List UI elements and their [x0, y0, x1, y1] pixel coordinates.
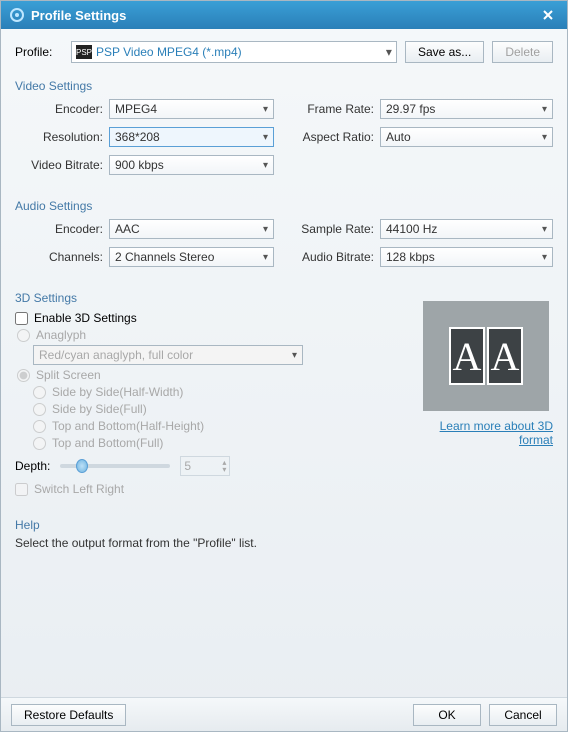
video-bitrate-select[interactable]: 900 kbps▾ [109, 155, 274, 175]
depth-slider[interactable] [60, 464, 170, 468]
channels-label: Channels: [15, 250, 103, 264]
3d-settings-title: 3D Settings [15, 291, 411, 305]
help-title: Help [15, 518, 553, 532]
aspect-ratio-label: Aspect Ratio: [294, 130, 374, 144]
cancel-button[interactable]: Cancel [489, 704, 557, 726]
anaglyph-type-select: Red/cyan anaglyph, full color▾ [33, 345, 303, 365]
profile-value: PSP Video MPEG4 (*.mp4) [96, 45, 382, 59]
switch-lr-checkbox: Switch Left Right [15, 482, 411, 496]
chevron-down-icon: ▾ [542, 252, 547, 263]
chevron-down-icon: ▾ [386, 45, 392, 59]
app-icon [9, 7, 25, 23]
ok-button[interactable]: OK [413, 704, 481, 726]
sample-rate-label: Sample Rate: [294, 222, 374, 236]
3d-preview: AA [423, 301, 549, 411]
video-settings-title: Video Settings [15, 79, 553, 93]
chevron-down-icon: ▾ [542, 224, 547, 235]
video-bitrate-label: Video Bitrate: [15, 158, 103, 172]
close-button[interactable] [537, 6, 559, 24]
depth-spinner: 5▴▾ [180, 456, 230, 476]
tab-half-radio: Top and Bottom(Half-Height) [33, 419, 411, 433]
slider-thumb[interactable] [76, 459, 88, 473]
resolution-select[interactable]: 368*208▾ [109, 127, 274, 147]
chevron-down-icon: ▾ [263, 132, 268, 143]
chevron-down-icon: ▾ [263, 252, 268, 263]
audio-settings-title: Audio Settings [15, 199, 553, 213]
channels-select[interactable]: 2 Channels Stereo▾ [109, 247, 274, 267]
spinner-arrows-icon: ▴▾ [222, 459, 226, 473]
restore-defaults-button[interactable]: Restore Defaults [11, 704, 126, 726]
tab-full-radio: Top and Bottom(Full) [33, 436, 411, 450]
psp-icon: PSP [76, 45, 92, 59]
learn-more-link[interactable]: Learn more about 3D format [423, 419, 553, 447]
help-text: Select the output format from the "Profi… [15, 536, 553, 550]
sbs-full-radio: Side by Side(Full) [33, 402, 411, 416]
sample-rate-select[interactable]: 44100 Hz▾ [380, 219, 553, 239]
titlebar: Profile Settings [1, 1, 567, 29]
window-title: Profile Settings [31, 8, 126, 23]
audio-bitrate-label: Audio Bitrate: [294, 250, 374, 264]
chevron-down-icon: ▾ [263, 104, 268, 115]
profile-label: Profile: [15, 45, 63, 59]
enable-3d-checkbox[interactable]: Enable 3D Settings [15, 311, 411, 325]
frame-rate-select[interactable]: 29.97 fps▾ [380, 99, 553, 119]
frame-rate-label: Frame Rate: [294, 102, 374, 116]
audio-bitrate-select[interactable]: 128 kbps▾ [380, 247, 553, 267]
chevron-down-icon: ▾ [542, 132, 547, 143]
resolution-label: Resolution: [15, 130, 103, 144]
split-screen-radio: Split Screen [17, 368, 411, 382]
audio-encoder-label: Encoder: [15, 222, 103, 236]
chevron-down-icon: ▾ [542, 104, 547, 115]
chevron-down-icon: ▾ [263, 160, 268, 171]
chevron-down-icon: ▾ [292, 350, 297, 361]
video-encoder-label: Encoder: [15, 102, 103, 116]
aspect-ratio-select[interactable]: Auto▾ [380, 127, 553, 147]
audio-encoder-select[interactable]: AAC▾ [109, 219, 274, 239]
delete-button: Delete [492, 41, 553, 63]
sbs-half-radio: Side by Side(Half-Width) [33, 385, 411, 399]
chevron-down-icon: ▾ [263, 224, 268, 235]
depth-label: Depth: [15, 459, 50, 473]
profile-select[interactable]: PSP PSP Video MPEG4 (*.mp4) ▾ [71, 41, 397, 63]
video-encoder-select[interactable]: MPEG4▾ [109, 99, 274, 119]
save-as-button[interactable]: Save as... [405, 41, 484, 63]
anaglyph-radio: Anaglyph [17, 328, 411, 342]
